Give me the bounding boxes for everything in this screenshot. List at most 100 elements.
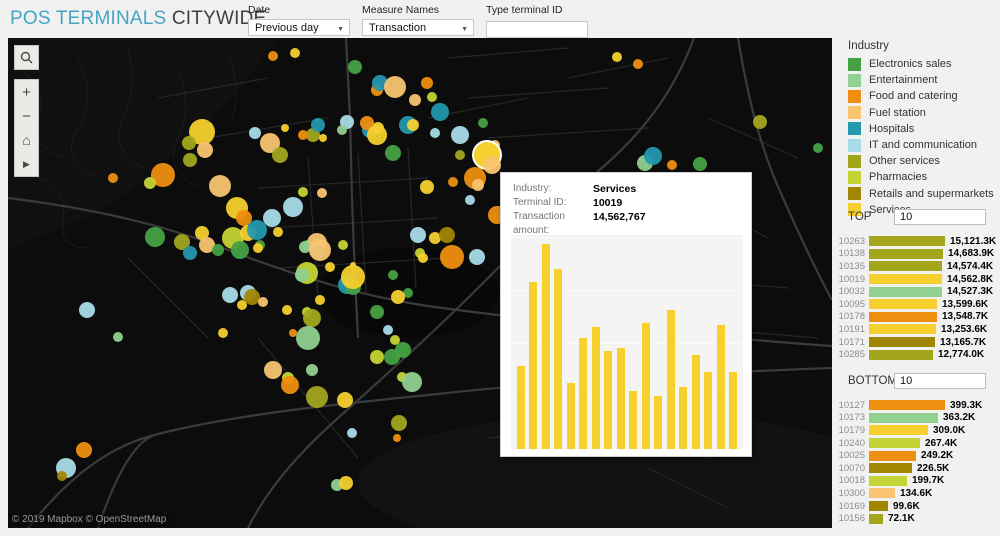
map-bubble[interactable] xyxy=(370,350,384,364)
terminal-row[interactable]: 10070226.5K xyxy=(838,462,1000,475)
legend-item[interactable]: Other services xyxy=(848,153,994,169)
map-bubble[interactable] xyxy=(469,249,485,265)
map-bubble[interactable] xyxy=(209,175,231,197)
map-bubble[interactable] xyxy=(315,295,325,305)
terminal-row[interactable]: 1017813,548.7K xyxy=(838,311,1000,324)
tooltip-chart-bar[interactable] xyxy=(654,396,662,450)
map-bubble[interactable] xyxy=(182,136,196,150)
tooltip-chart-bar[interactable] xyxy=(567,383,575,449)
map-bubble[interactable] xyxy=(325,262,335,272)
terminal-bar[interactable] xyxy=(869,312,937,322)
terminal-row[interactable]: 1028512,774.0K xyxy=(838,348,1000,361)
tooltip-chart-bar[interactable] xyxy=(579,338,587,449)
terminal-row[interactable]: 10300134.6K xyxy=(838,487,1000,500)
pan-toggle-button[interactable]: ▶ xyxy=(15,152,38,176)
map-bubble[interactable] xyxy=(231,241,249,259)
map-bubble[interactable] xyxy=(370,305,384,319)
map-bubble[interactable] xyxy=(644,147,662,165)
map-bubble[interactable] xyxy=(612,52,622,62)
map-bubble[interactable] xyxy=(472,179,484,191)
map-bubble[interactable] xyxy=(113,332,123,342)
map-bubble[interactable] xyxy=(306,386,328,408)
tooltip-chart-bar[interactable] xyxy=(679,387,687,449)
terminal-row[interactable]: 1013514,574.4K xyxy=(838,260,1000,273)
tooltip-chart-bar[interactable] xyxy=(529,282,537,449)
terminal-bar[interactable] xyxy=(869,425,928,435)
map-bubble[interactable] xyxy=(348,60,362,74)
map-bubble[interactable] xyxy=(272,147,288,163)
tooltip-chart-bar[interactable] xyxy=(554,269,562,449)
legend-item[interactable]: Entertainment xyxy=(848,72,994,88)
map-bubble[interactable] xyxy=(440,245,464,269)
map-bubble[interactable] xyxy=(420,180,434,194)
terminal-bar[interactable] xyxy=(869,299,937,309)
map-bubble[interactable] xyxy=(57,471,67,481)
terminal-row[interactable]: 10173363.2K xyxy=(838,412,1000,425)
map-bubble[interactable] xyxy=(311,118,325,132)
terminal-row[interactable]: 1009513,599.6K xyxy=(838,298,1000,311)
map-bubble[interactable] xyxy=(337,392,353,408)
map-bubble[interactable] xyxy=(813,143,823,153)
legend-item[interactable]: Fuel station xyxy=(848,105,994,121)
legend-item[interactable]: Retails and supermarkets xyxy=(848,186,994,202)
map-bubble[interactable] xyxy=(317,188,327,198)
map-bubble[interactable] xyxy=(421,77,433,89)
map-canvas[interactable]: + − ⌂ ▶ Industry:ServicesTerminal ID:100… xyxy=(8,38,832,528)
map-bubble[interactable] xyxy=(448,177,458,187)
terminal-bar[interactable] xyxy=(869,261,942,271)
terminal-row[interactable]: 1026315,121.3K xyxy=(838,235,1000,248)
map-bubble[interactable] xyxy=(197,142,213,158)
terminal-bar[interactable] xyxy=(869,350,933,360)
tooltip-chart-bar[interactable] xyxy=(592,327,600,449)
map-bubble[interactable] xyxy=(478,118,488,128)
legend-item[interactable]: Food and catering xyxy=(848,88,994,104)
map-bubble[interactable] xyxy=(253,243,263,253)
terminal-bar[interactable] xyxy=(869,463,912,473)
tooltip-chart-bar[interactable] xyxy=(729,372,737,449)
legend-item[interactable]: Electronics sales xyxy=(848,56,994,72)
map-bubble[interactable] xyxy=(693,157,707,171)
tooltip-chart-bar[interactable] xyxy=(517,366,525,449)
map-bubble[interactable] xyxy=(667,160,677,170)
terminal-bar[interactable] xyxy=(869,488,895,498)
map-bubble[interactable] xyxy=(296,326,320,350)
terminal-id-input[interactable] xyxy=(486,21,588,38)
map-bubble[interactable] xyxy=(388,270,398,280)
map-bubble[interactable] xyxy=(263,209,281,227)
map-bubble[interactable] xyxy=(306,364,318,376)
map-bubble[interactable] xyxy=(144,177,156,189)
top-count-input[interactable] xyxy=(894,209,986,225)
map-bubble[interactable] xyxy=(483,156,501,174)
map-bubble[interactable] xyxy=(283,197,303,217)
terminal-bar[interactable] xyxy=(869,451,916,461)
map-bubble[interactable] xyxy=(407,119,419,131)
terminal-row[interactable]: 1003214,527.3K xyxy=(838,285,1000,298)
map-bubble[interactable] xyxy=(222,287,238,303)
map-bubble[interactable] xyxy=(303,309,321,327)
map-bubble[interactable] xyxy=(410,227,426,243)
terminal-bar[interactable] xyxy=(869,236,945,246)
terminal-bar[interactable] xyxy=(869,438,920,448)
legend-item[interactable]: Hospitals xyxy=(848,121,994,137)
map-bubble[interactable] xyxy=(264,361,282,379)
map-bubble[interactable] xyxy=(183,246,197,260)
tooltip-chart-bar[interactable] xyxy=(692,355,700,449)
map-bubble[interactable] xyxy=(455,150,465,160)
map-bubble[interactable] xyxy=(418,253,428,263)
map-bubble[interactable] xyxy=(290,48,300,58)
map-bubble[interactable] xyxy=(309,239,331,261)
map-bubble[interactable] xyxy=(319,134,327,142)
map-bubble[interactable] xyxy=(337,125,347,135)
map-bubble[interactable] xyxy=(385,145,401,161)
measure-dropdown[interactable]: Transaction amount ▼ xyxy=(362,19,474,36)
terminal-bar[interactable] xyxy=(869,287,942,297)
tooltip-chart-bar[interactable] xyxy=(642,323,650,449)
map-bubble[interactable] xyxy=(273,227,283,237)
map-bubble[interactable] xyxy=(451,126,469,144)
legend-item[interactable]: IT and communication xyxy=(848,137,994,153)
map-bubble[interactable] xyxy=(338,240,348,250)
zoom-out-button[interactable]: − xyxy=(15,104,38,128)
map-bubble[interactable] xyxy=(391,415,407,431)
map-bubble[interactable] xyxy=(295,268,309,282)
tooltip-chart-bar[interactable] xyxy=(717,325,725,449)
